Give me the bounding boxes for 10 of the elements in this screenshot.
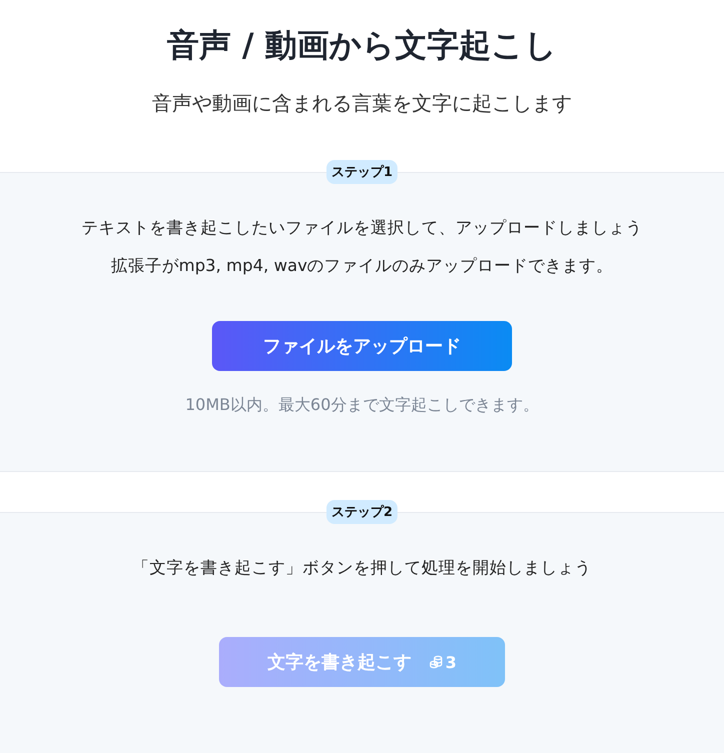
step-badge: ステップ2: [326, 500, 398, 524]
instruction-text: 拡張子がmp3, mp4, wavのファイルのみアップロードできます。: [110, 255, 614, 277]
upload-button[interactable]: ファイルをアップロード: [212, 321, 512, 371]
page-title: 音声 / 動画から文字起こし: [167, 25, 557, 66]
instruction-text: テキストを書き起こしたいファイルを選択して、アップロードしましょう: [82, 217, 642, 239]
coins-icon: [429, 655, 444, 669]
step-badge: ステップ1: [326, 160, 398, 184]
instruction-text: 「文字を書き起こす」ボタンを押して処理を開始しましょう: [132, 557, 592, 579]
page-subtitle: 音声や動画に含まれる言葉を文字に起こします: [152, 90, 572, 117]
limit-note: 10MB以内。最大60分まで文字起こしできます。: [185, 395, 539, 416]
